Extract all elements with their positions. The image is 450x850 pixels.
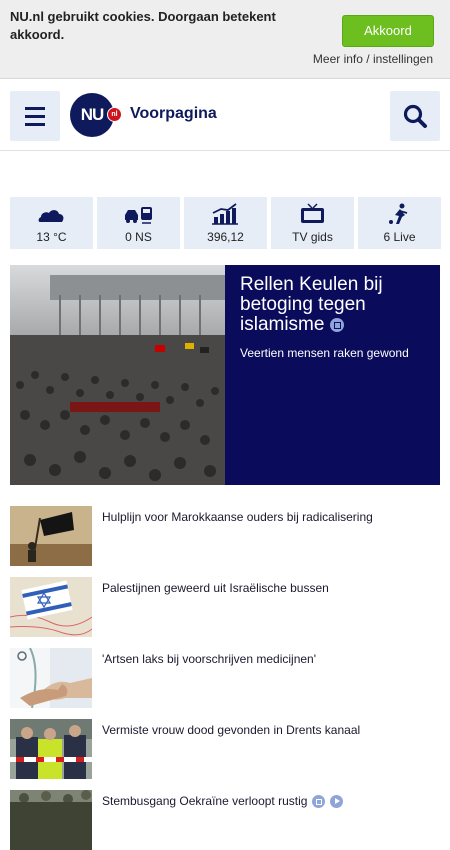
video-play-icon xyxy=(330,795,344,808)
hero-article[interactable]: Rellen Keulen bij betoging tegen islamis… xyxy=(10,265,440,485)
hero-image[interactable] xyxy=(10,265,225,485)
news-item[interactable]: Hulplijn voor Marokkaanse ouders bij rad… xyxy=(10,506,440,566)
search-icon xyxy=(403,104,427,128)
article-link-icon xyxy=(312,795,326,808)
accept-cookies-button[interactable]: Akkoord xyxy=(342,15,434,47)
tv-icon xyxy=(301,203,324,223)
cookie-banner: NU.nl gebruikt cookies. Doorgaan beteken… xyxy=(0,0,450,79)
tile-weather[interactable]: 13 °C xyxy=(10,197,93,249)
cookie-settings-link[interactable]: Meer info / instellingen xyxy=(313,52,433,66)
news-item[interactable]: Vermiste vrouw dood gevonden in Drents k… xyxy=(10,719,440,779)
news-title[interactable]: Hulplijn voor Marokkaanse ouders bij rad… xyxy=(102,509,432,525)
sports-player-icon xyxy=(389,203,408,224)
news-item[interactable]: Palestijnen geweerd uit Israëlische buss… xyxy=(10,577,440,637)
hamburger-icon xyxy=(25,115,45,118)
tile-tv[interactable]: TV gids xyxy=(271,197,354,249)
hero-headline-text: Rellen Keulen bij betoging tegen islamis… xyxy=(240,274,383,335)
news-thumbnail[interactable] xyxy=(10,719,92,779)
car-train-icon xyxy=(125,207,152,224)
hamburger-icon xyxy=(25,107,45,110)
news-thumbnail[interactable] xyxy=(10,577,92,637)
tile-live[interactable]: 6 Live xyxy=(358,197,441,249)
news-title-text: Stembusgang Oekraïne verloopt rustig xyxy=(102,794,308,808)
hero-headline[interactable]: Rellen Keulen bij betoging tegen islamis… xyxy=(240,275,430,335)
news-item[interactable]: 'Artsen laks bij voorschrijven medicijne… xyxy=(10,648,440,708)
hamburger-icon xyxy=(25,123,45,126)
news-title[interactable]: Stembusgang Oekraïne verloopt rustig xyxy=(102,793,432,809)
site-header: NU nl Voorpagina xyxy=(0,80,450,151)
stock-chart-icon xyxy=(212,203,238,225)
logo-badge: nl xyxy=(107,107,122,122)
tv-guide-label: TV gids xyxy=(292,230,333,244)
tile-traffic[interactable]: 0 NS xyxy=(97,197,180,249)
weather-label: 13 °C xyxy=(36,230,67,244)
cookie-message: NU.nl gebruikt cookies. Doorgaan beteken… xyxy=(10,9,276,42)
news-title[interactable]: 'Artsen laks bij voorschrijven medicijne… xyxy=(102,651,432,667)
search-button[interactable] xyxy=(390,91,440,141)
page-title: Voorpagina xyxy=(130,105,217,122)
news-thumbnail[interactable] xyxy=(10,648,92,708)
news-thumbnail[interactable] xyxy=(10,790,92,850)
stocks-label: 396,12 xyxy=(207,230,244,244)
traffic-label: 0 NS xyxy=(125,230,152,244)
cloud-icon xyxy=(38,210,64,222)
article-link-icon xyxy=(330,318,345,332)
news-item[interactable]: Stembusgang Oekraïne verloopt rustig xyxy=(10,790,440,850)
tile-stocks[interactable]: 396,12 xyxy=(184,197,267,249)
live-label: 6 Live xyxy=(383,230,416,244)
hero-subtitle: Veertien mensen raken gewond xyxy=(240,346,409,360)
menu-button[interactable] xyxy=(10,91,60,141)
hero-text-panel[interactable]: Rellen Keulen bij betoging tegen islamis… xyxy=(225,265,440,485)
news-title[interactable]: Palestijnen geweerd uit Israëlische buss… xyxy=(102,580,432,596)
info-tiles: 13 °C 0 NS 396,12 TV gids 6 Live xyxy=(10,197,441,249)
news-thumbnail[interactable] xyxy=(10,506,92,566)
news-title[interactable]: Vermiste vrouw dood gevonden in Drents k… xyxy=(102,722,432,738)
